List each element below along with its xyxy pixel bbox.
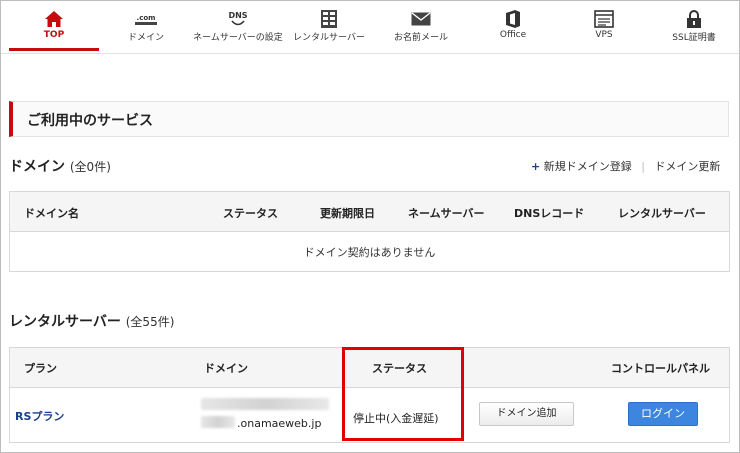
- login-button[interactable]: ログイン: [628, 402, 698, 426]
- nav-domain[interactable]: .com ドメイン: [101, 1, 191, 51]
- nav-vps[interactable]: VPS: [561, 1, 647, 51]
- col-domain-name: ドメイン名: [24, 207, 79, 220]
- redacted-domain-prefix: [201, 398, 329, 410]
- col-domain: ドメイン: [204, 362, 248, 375]
- add-domain-button[interactable]: ドメイン追加: [479, 402, 574, 426]
- domain-title: ドメイン: [9, 159, 65, 175]
- link-divider: |: [641, 160, 645, 173]
- vps-icon: [561, 8, 647, 30]
- services-heading-text: ご利用中のサービス: [27, 113, 153, 129]
- domain-count: (全0件): [69, 160, 111, 174]
- domain-suffix: .onamaeweb.jp: [237, 417, 322, 430]
- nav-rental-server[interactable]: レンタルサーバー: [285, 1, 373, 51]
- col-expiry: 更新期限日: [320, 207, 375, 220]
- rental-section-title: レンタルサーバー (全55件): [9, 311, 174, 331]
- col-nameserver: ネームサーバー: [408, 207, 485, 220]
- dns-icon: DNS: [191, 8, 285, 30]
- nav-label: TOP: [43, 30, 65, 40]
- nav-label: ネームサーバーの設定: [193, 33, 283, 43]
- domain-table-header: ドメイン名 ステータス 更新期限日 ネームサーバー DNSレコード レンタルサー…: [10, 192, 729, 232]
- status-highlight-box: [342, 347, 464, 441]
- domain-links: + 新規ドメイン登録 | ドメイン更新: [531, 158, 720, 174]
- active-indicator: [9, 48, 99, 51]
- col-plan: プラン: [24, 362, 57, 375]
- ssl-lock-icon: [649, 8, 739, 30]
- col-rental-server: レンタルサーバー: [618, 207, 706, 220]
- nav-top[interactable]: TOP: [9, 1, 99, 51]
- home-icon: [9, 8, 99, 30]
- plus-icon: +: [531, 160, 541, 173]
- nav-label: VPS: [595, 30, 613, 40]
- domain-section-title: ドメイン (全0件): [9, 156, 111, 176]
- nav-nameserver[interactable]: DNS ネームサーバーの設定: [191, 1, 285, 51]
- new-domain-link[interactable]: 新規ドメイン登録: [544, 160, 632, 173]
- services-heading: ご利用中のサービス: [9, 101, 729, 137]
- renew-domain-link[interactable]: ドメイン更新: [654, 160, 720, 173]
- nav-label: レンタルサーバー: [293, 33, 365, 43]
- col-status: ステータス: [223, 207, 278, 220]
- plan-link[interactable]: RSプラン: [15, 408, 64, 424]
- nav-mail[interactable]: お名前メール: [377, 1, 465, 51]
- nav-label: Office: [499, 30, 527, 40]
- office-icon: [469, 8, 557, 30]
- nav-label: SSL証明書: [672, 33, 716, 43]
- rental-title: レンタルサーバー: [9, 314, 121, 330]
- server-icon: [285, 8, 373, 30]
- top-navigation: TOP .com ドメイン DNS ネームサーバーの設定 レンタルサーバー お名…: [1, 1, 739, 54]
- rental-count: (全55件): [125, 315, 175, 329]
- mail-icon: [377, 8, 465, 30]
- domain-empty-message: ドメイン契約はありません: [303, 246, 436, 259]
- col-dns-record: DNSレコード: [514, 207, 585, 220]
- nav-label: お名前メール: [393, 33, 448, 43]
- nav-office[interactable]: Office: [469, 1, 557, 51]
- nav-label: ドメイン: [127, 33, 164, 43]
- col-control-panel: コントロールパネル: [611, 362, 710, 375]
- redacted-domain-prefix: [201, 416, 235, 428]
- dotcom-icon: .com: [101, 8, 191, 30]
- domain-table: ドメイン名 ステータス 更新期限日 ネームサーバー DNSレコード レンタルサー…: [9, 191, 730, 272]
- nav-ssl[interactable]: SSL証明書: [649, 1, 739, 51]
